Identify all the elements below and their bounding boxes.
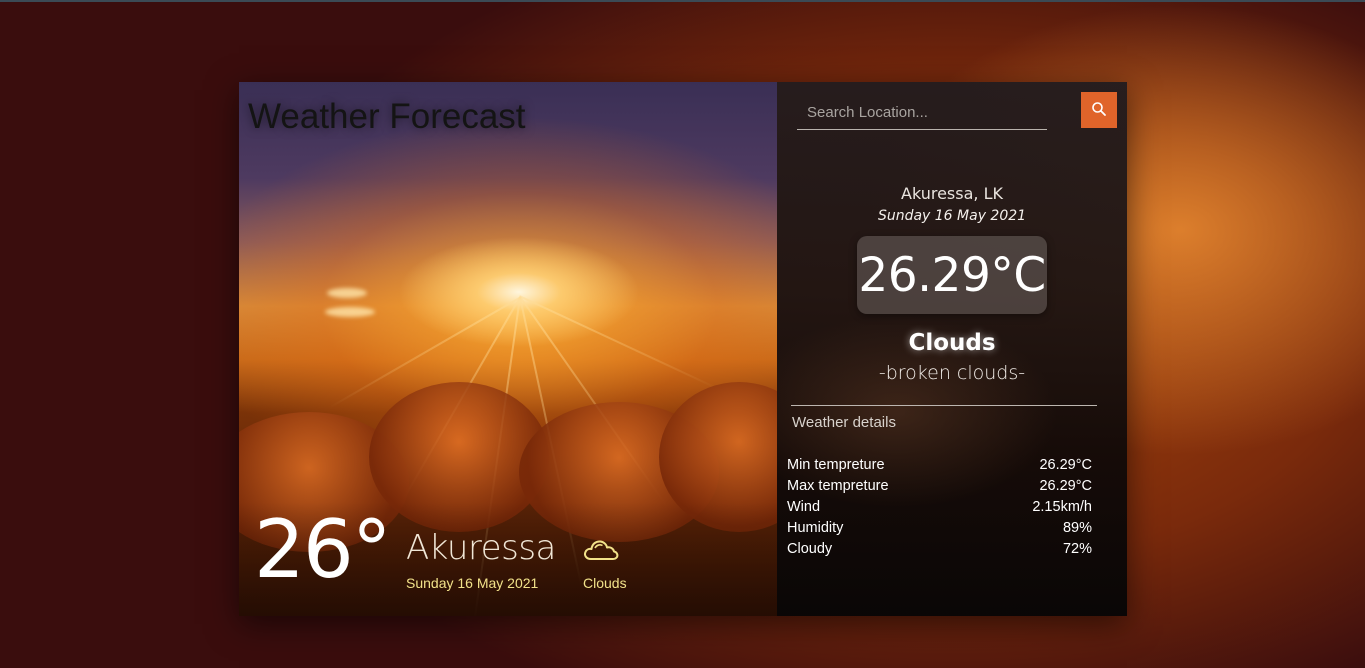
detail-label: Max tempreture — [787, 477, 889, 494]
weather-details-title: Weather details — [792, 414, 896, 431]
hero-date: Sunday 16 May 2021 — [406, 575, 539, 591]
condition-description: -broken clouds- — [878, 362, 1026, 384]
details-panel: Akuressa, LK Sunday 16 May 2021 26.29°C … — [777, 82, 1127, 616]
detail-row-wind: Wind 2.15km/h — [787, 496, 1092, 517]
search-button[interactable] — [1081, 92, 1117, 128]
current-condition: Clouds — [908, 330, 996, 356]
divider — [791, 405, 1097, 406]
current-date: Sunday 16 May 2021 — [877, 208, 1027, 224]
hero-city-name: Akuressa — [406, 528, 556, 568]
search-icon — [1091, 101, 1107, 120]
detail-value: 2.15km/h — [1032, 498, 1092, 515]
weather-details-list: Min tempreture 26.29°C Max tempreture 26… — [787, 454, 1092, 559]
hero-panel: Weather Forecast 26° Akuressa Sunday 16 … — [239, 82, 777, 616]
hero-condition: Clouds — [583, 575, 627, 591]
detail-value: 72% — [1062, 540, 1092, 557]
sun-glint — [325, 307, 375, 317]
detail-label: Wind — [787, 498, 821, 515]
detail-value: 26.29°C — [1039, 477, 1092, 494]
sun-ray — [519, 295, 720, 390]
detail-value: 26.29°C — [1039, 456, 1092, 473]
current-temperature: 26.29°C — [858, 247, 1046, 303]
detail-row-cloudy: Cloudy 72% — [787, 538, 1092, 559]
detail-label: Min tempreture — [787, 456, 885, 473]
detail-value: 89% — [1062, 519, 1092, 536]
detail-label: Humidity — [787, 519, 844, 536]
current-location: Akuressa, LK — [901, 184, 1003, 203]
temperature-box: 26.29°C — [857, 236, 1047, 314]
detail-label: Cloudy — [787, 540, 833, 557]
detail-row-min-temperature: Min tempreture 26.29°C — [787, 454, 1092, 475]
app-title: Weather Forecast — [248, 97, 526, 136]
cloud-icon — [582, 534, 620, 564]
window-top-border — [0, 0, 1365, 2]
detail-row-humidity: Humidity 89% — [787, 517, 1092, 538]
hero-temperature: 26° — [254, 503, 392, 596]
sun-glint — [327, 288, 367, 298]
weather-card: Weather Forecast 26° Akuressa Sunday 16 … — [239, 82, 1127, 616]
detail-row-max-temperature: Max tempreture 26.29°C — [787, 475, 1092, 496]
search-input[interactable] — [797, 96, 1047, 130]
